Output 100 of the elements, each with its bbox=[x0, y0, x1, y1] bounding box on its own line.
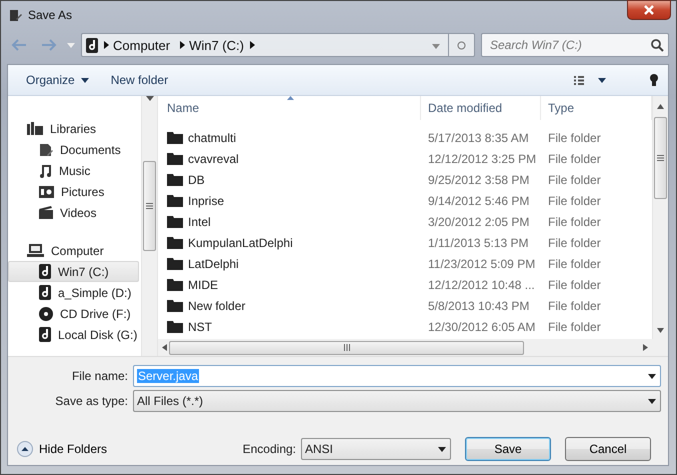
nav-pane-item[interactable]: Videos bbox=[8, 202, 139, 223]
file-name-cell[interactable]: Intel bbox=[167, 214, 421, 228]
file-name-cell[interactable]: DB bbox=[167, 172, 421, 186]
grip-icon bbox=[657, 155, 664, 161]
nav-pane-item[interactable]: Win7 (C:) bbox=[8, 261, 139, 282]
breadcrumb[interactable]: Computer bbox=[109, 38, 174, 52]
type-cell-text: File folder bbox=[547, 172, 602, 186]
date-cell-text: 11/23/2012 5:09 PM bbox=[427, 256, 536, 270]
date-cell-text: 9/25/2012 3:58 PM bbox=[427, 172, 530, 186]
encoding-label: Encoding: bbox=[242, 442, 296, 456]
chevron-icon bbox=[250, 41, 255, 49]
file-name-cell[interactable]: Inprise bbox=[167, 194, 421, 208]
lightbulb-icon[interactable] bbox=[650, 74, 658, 86]
picture-icon bbox=[39, 186, 54, 198]
address-bar[interactable]: Computer Win7 (C:) bbox=[81, 33, 475, 57]
file-name-cell[interactable]: chatmulti bbox=[167, 130, 421, 144]
nav-pane-item[interactable]: Computer bbox=[8, 240, 139, 261]
search-input[interactable]: Search Win7 (C:) bbox=[488, 37, 651, 53]
type-cell-text: File folder bbox=[547, 256, 602, 270]
close-button[interactable] bbox=[627, 0, 671, 20]
date-cell-text: 12/12/2012 3:25 PM bbox=[427, 152, 538, 166]
nav-pane-item[interactable]: CD Drive (F:) bbox=[8, 303, 139, 324]
scrollbar[interactable] bbox=[141, 96, 157, 356]
chevron-icon bbox=[180, 41, 186, 49]
nav-pane-item[interactable]: a_Simple (D:) bbox=[8, 282, 139, 303]
hide-folders-button[interactable]: Hide Folders bbox=[17, 441, 108, 457]
field-label: Save as type: bbox=[54, 394, 128, 408]
date-cell-text: 5/8/2013 10:43 PM bbox=[427, 298, 530, 312]
encoding-dropdown[interactable]: ANSI bbox=[301, 438, 451, 460]
disc-icon bbox=[39, 306, 53, 320]
left-arrow-icon[interactable] bbox=[162, 344, 167, 351]
dialog-button[interactable]: Cancel bbox=[565, 437, 651, 461]
caret-icon bbox=[67, 42, 75, 48]
date-cell-text: 12/30/2012 6:05 AM bbox=[427, 320, 536, 334]
scrollbar[interactable] bbox=[158, 339, 668, 356]
type-cell-text: File folder bbox=[547, 130, 602, 144]
drive-icon bbox=[86, 38, 98, 52]
field-label: File name: bbox=[70, 369, 128, 383]
folder-icon bbox=[167, 194, 183, 207]
type-cell-text: File folder bbox=[547, 214, 602, 228]
grip-icon bbox=[146, 203, 153, 209]
type-cell-text: File folder bbox=[547, 298, 602, 312]
nav-pane-item[interactable]: Libraries bbox=[8, 118, 139, 139]
sort-arrow-icon bbox=[287, 96, 294, 100]
date-cell-text: 12/12/2012 10:48 ... bbox=[427, 278, 536, 292]
clapperboard-icon bbox=[39, 206, 53, 219]
folder-icon bbox=[167, 299, 183, 312]
folder-icon bbox=[167, 320, 183, 333]
file-name-cell[interactable]: cvavreval bbox=[167, 152, 421, 166]
date-cell-text: 3/20/2012 2:05 PM bbox=[427, 214, 530, 228]
nav-pane-item[interactable]: Local Disk (G:) bbox=[8, 324, 139, 345]
file-name-cell[interactable]: LatDelphi bbox=[167, 256, 421, 270]
type-cell-text: File folder bbox=[547, 236, 602, 250]
toolbar-button[interactable]: Organize bbox=[22, 71, 93, 89]
drive-icon bbox=[39, 264, 51, 279]
forward-arrow-icon bbox=[41, 39, 57, 51]
refresh-icon[interactable] bbox=[457, 40, 466, 50]
caret-icon bbox=[432, 44, 440, 49]
document-icon bbox=[39, 142, 53, 156]
dialog-button[interactable]: Save bbox=[465, 437, 551, 461]
drive-icon bbox=[39, 285, 51, 300]
caret-icon bbox=[80, 78, 89, 82]
down-arrow-icon[interactable] bbox=[657, 328, 664, 333]
column-header[interactable]: Date modified bbox=[421, 96, 541, 120]
nav-pane-item[interactable]: Music bbox=[8, 160, 139, 181]
type-cell-text: File folder bbox=[547, 194, 602, 208]
file-name-cell[interactable]: KumpulanLatDelphi bbox=[167, 236, 421, 250]
folder-icon bbox=[167, 278, 183, 291]
drive-icon bbox=[39, 327, 51, 342]
search-field[interactable]: Search Win7 (C:) bbox=[481, 33, 669, 57]
back-arrow-icon bbox=[11, 39, 27, 51]
chevron-icon bbox=[104, 41, 109, 49]
type-cell-text: File folder bbox=[547, 320, 602, 334]
folder-icon bbox=[167, 236, 183, 249]
file-name-cell[interactable]: NST bbox=[167, 320, 421, 334]
right-arrow-icon[interactable] bbox=[643, 344, 648, 351]
file-type-dropdown[interactable]: All Files (*.*) bbox=[133, 390, 661, 412]
scrollbar[interactable] bbox=[652, 96, 668, 339]
collapse-icon bbox=[17, 441, 33, 457]
date-cell-text: 1/11/2013 5:13 PM bbox=[427, 236, 530, 250]
breadcrumb[interactable]: Win7 (C:) bbox=[185, 38, 248, 52]
music-note-icon bbox=[39, 164, 52, 178]
nav-pane-item[interactable]: Pictures bbox=[8, 181, 139, 202]
notepad-icon bbox=[9, 8, 22, 22]
caret-icon bbox=[648, 398, 656, 404]
date-cell-text: 5/17/2013 8:35 AM bbox=[427, 130, 530, 144]
file-name-cell[interactable]: New folder bbox=[167, 298, 421, 312]
folder-icon bbox=[167, 215, 183, 228]
laptop-icon bbox=[27, 244, 44, 257]
nav-pane-item[interactable]: Documents bbox=[8, 139, 139, 160]
view-options-icon[interactable] bbox=[574, 76, 584, 84]
column-header[interactable]: Name bbox=[167, 96, 421, 120]
up-arrow-icon[interactable] bbox=[657, 104, 664, 109]
close-icon bbox=[644, 5, 654, 15]
caret-icon bbox=[598, 78, 606, 82]
type-cell-text: File folder bbox=[547, 278, 602, 292]
window-title: Save As bbox=[28, 8, 72, 22]
caret-icon bbox=[438, 446, 446, 452]
toolbar-button[interactable]: New folder bbox=[106, 71, 172, 89]
file-name-cell[interactable]: MIDE bbox=[167, 278, 421, 292]
